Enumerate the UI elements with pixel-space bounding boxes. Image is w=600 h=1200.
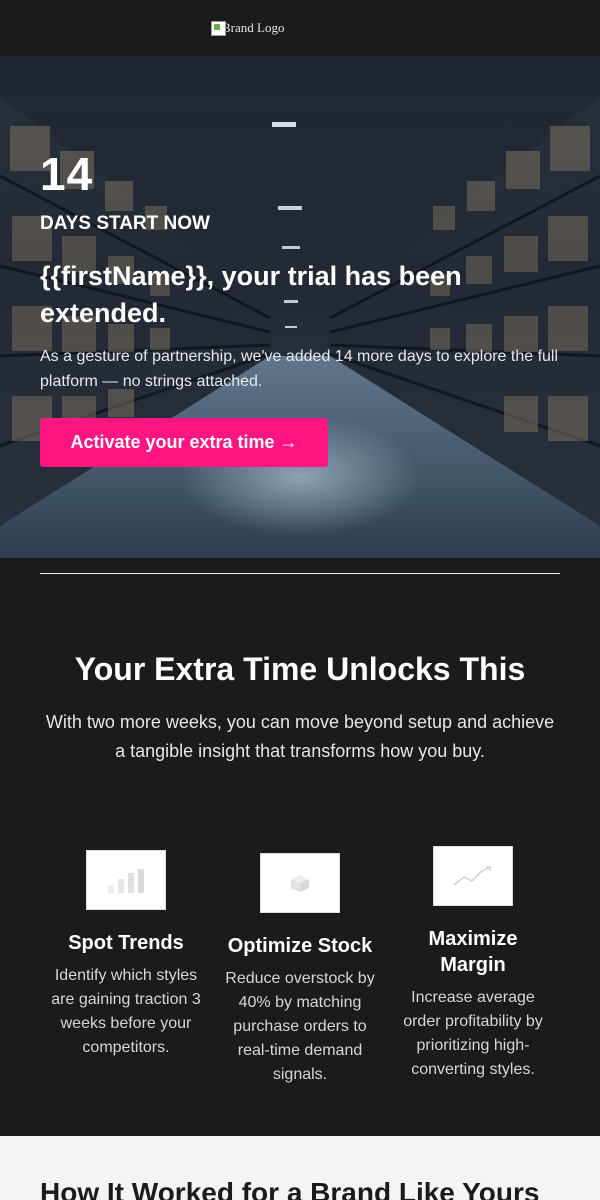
features-section: Your Extra Time Unlocks This With two mo… — [0, 588, 600, 1136]
features-subtitle: With two more weeks, you can move beyond… — [45, 712, 555, 761]
bar-chart-icon — [86, 850, 166, 910]
hero-banner: 14 DAYS START NOW {{firstName}}, your tr… — [0, 56, 600, 558]
feature-description: Increase average order profitability by … — [403, 989, 543, 1078]
hero-headline: {{firstName}}, your trial has been exten… — [40, 261, 462, 328]
trial-days-number: 14 — [40, 148, 94, 200]
feature-description: Reduce overstock by 40% by matching purc… — [225, 970, 375, 1083]
case-study-section: How It Worked for a Brand Like Yours — [0, 1136, 600, 1200]
box-icon — [260, 853, 340, 913]
feature-card: Maximize Margin Increase average order p… — [393, 846, 553, 1082]
trial-kicker: DAYS START NOW — [40, 213, 210, 234]
section-divider — [40, 573, 560, 574]
hero-body-text: As a gesture of partnership, we've added… — [40, 348, 559, 390]
trend-line-icon — [433, 846, 513, 906]
broken-image-icon — [210, 20, 226, 36]
feature-card: Spot Trends Identify which styles are ga… — [46, 850, 206, 1060]
brand-logo[interactable]: Brand Logo — [210, 20, 284, 36]
activate-extra-time-button[interactable]: Activate your extra time → — [40, 418, 328, 467]
feature-title: Spot Trends — [68, 932, 184, 954]
brand-logo-alt-text: Brand Logo — [222, 20, 285, 35]
case-study-title: How It Worked for a Brand Like Yours — [40, 1177, 540, 1200]
feature-title: Optimize Stock — [227, 935, 373, 957]
features-title: Your Extra Time Unlocks This — [74, 651, 526, 687]
feature-description: Identify which styles are gaining tracti… — [51, 967, 201, 1056]
feature-title: Maximize Margin — [428, 928, 518, 976]
email-header: Brand Logo — [0, 0, 600, 56]
feature-card: Optimize Stock Reduce overstock by 40% b… — [220, 853, 380, 1087]
